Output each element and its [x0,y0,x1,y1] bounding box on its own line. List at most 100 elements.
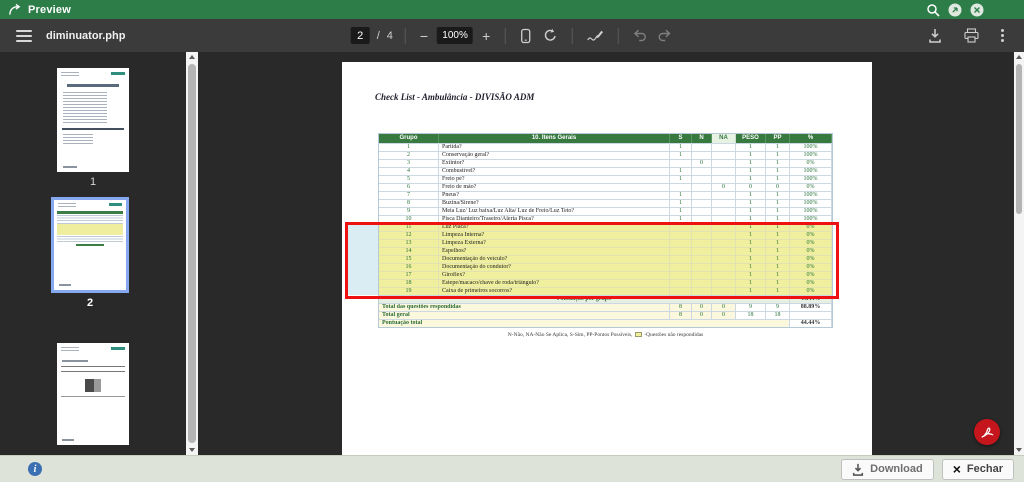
cell-n [692,191,712,199]
cell-s: 1 [670,199,692,207]
pdf-page: Check List - Ambulância - DIVISÃO ADM Gr… [342,62,872,462]
close-icon[interactable] [970,3,984,17]
cell-peso: 1 [736,151,766,159]
thumbnails-scrollbar[interactable] [186,52,198,455]
cell-grupo: 6 [379,183,439,191]
download-button-label: Download [870,463,923,475]
final-score-pct: 44.44% [790,319,832,327]
column-header: 10. Itens Gerais [439,134,670,143]
total-na: 0 [712,311,736,319]
zoom-out-button[interactable]: − [418,28,430,44]
title-bar: Preview [0,0,1024,19]
thumbnail-page-number: 2 [51,297,129,309]
undo-icon[interactable] [630,29,648,42]
thumbnail-sketch [62,439,74,441]
page-thumbnail-3[interactable] [57,343,129,445]
cell-na [712,175,736,183]
thumbnail-logo [109,203,122,206]
scroll-up-arrow[interactable] [1016,55,1022,59]
answered-n: 0 [692,303,712,311]
cell-n [692,143,712,151]
answered-pct: 88.89% [790,303,832,311]
total-pct [790,311,832,319]
cell-peso: 1 [736,159,766,167]
answered-total-row: Total das questões respondidas 8 0 0 9 9… [379,303,832,311]
cell-s: 1 [670,167,692,175]
pdf-viewer-area: 1 2 Check List - Ambulâ [0,52,1024,455]
open-external-icon[interactable] [948,3,962,17]
fit-page-icon[interactable] [517,28,533,44]
cell-n [692,167,712,175]
cell-pct: 100% [790,207,832,215]
cell-s: 1 [670,175,692,183]
grand-total-row: Total geral 8 0 0 18 18 [379,311,832,319]
table-row: 6Freio de mão?0000% [379,183,832,191]
column-header: Grupo [379,134,439,143]
print-icon[interactable] [962,28,981,43]
sidebar-toggle-icon[interactable] [16,30,32,42]
thumbnail-sketch [76,244,104,246]
page-total: 4 [387,30,393,42]
page-divider: / [377,30,380,42]
cell-s: 1 [670,207,692,215]
thumbnail-sketch [57,215,123,224]
cell-na [712,207,736,215]
more-options-icon[interactable] [999,27,1006,44]
app-title: Preview [28,4,71,16]
cell-pct: 100% [790,143,832,151]
scroll-down-arrow[interactable] [1016,448,1022,452]
cell-s: 1 [670,151,692,159]
answered-s: 8 [670,303,692,311]
thumbnail-panel: 1 2 [0,52,186,455]
thumbnail-highlight [57,224,123,235]
thumbnail-logo [111,347,125,350]
download-button[interactable]: Download [841,459,934,480]
total-s: 8 [670,311,692,319]
page-thumbnail-1[interactable] [57,68,129,172]
thumbnail-sketch [61,347,79,353]
cell-peso: 1 [736,199,766,207]
close-button[interactable]: × Fechar [942,459,1014,480]
toolbar-center-controls: / 4 − 100% + [351,27,674,44]
cell-item: Freio pé? [439,175,670,183]
page-number-input[interactable] [351,27,370,44]
thumbnail-page-number: 1 [57,176,129,188]
acrobat-pdf-icon[interactable] [974,419,1000,445]
cell-pct: 100% [790,151,832,159]
thumbnail-sketch [62,360,88,362]
download-icon[interactable] [926,28,944,43]
cell-pp: 1 [766,175,790,183]
toolbar-divider [571,28,572,44]
cell-n [692,175,712,183]
final-score-row: Pontuação total 44.44% [379,319,832,327]
search-icon[interactable] [926,3,940,17]
zoom-level[interactable]: 100% [437,27,473,44]
zoom-in-button[interactable]: + [480,28,492,44]
legend-text-before: N-Não, NA-Não Se Aplica, S-Sim, PP-Ponto… [508,332,633,338]
page-thumbnail-2-selected[interactable] [51,197,129,293]
cell-peso: 1 [736,167,766,175]
cell-pp: 1 [766,159,790,167]
cell-pp: 1 [766,199,790,207]
redo-icon[interactable] [655,29,673,42]
scrollbar-thumb[interactable] [1016,64,1022,214]
cell-peso: 0 [736,183,766,191]
cell-item: Combustível? [439,167,670,175]
thumbnail-sketch [61,371,125,372]
cell-na [712,199,736,207]
scroll-up-arrow[interactable] [189,55,195,59]
table-row: 5Freio pé?111100% [379,175,832,183]
rotate-icon[interactable] [540,28,559,43]
column-header: % [790,134,832,143]
toolbar-divider [617,28,618,44]
draw-signature-icon[interactable] [584,29,605,43]
cell-pp: 1 [766,143,790,151]
scrollbar-thumb[interactable] [188,64,196,443]
cell-na [712,151,736,159]
pdf-toolbar: diminuator.php / 4 − 100% + [0,19,1024,52]
cell-pct: 100% [790,199,832,207]
cell-item: Partida? [439,143,670,151]
scroll-down-arrow[interactable] [189,448,195,452]
main-scrollbar[interactable] [1014,52,1024,455]
info-icon[interactable]: i [28,462,42,476]
